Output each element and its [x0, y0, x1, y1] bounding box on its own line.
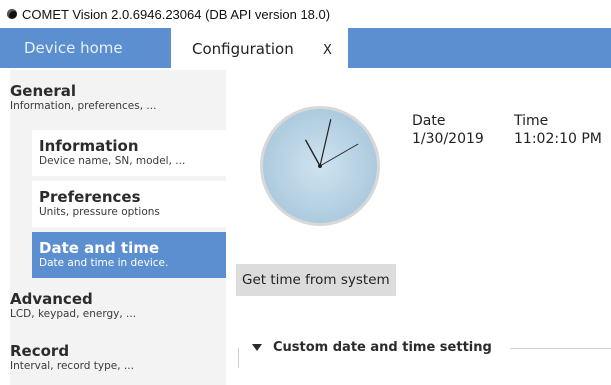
sidebar-item-title: General — [10, 82, 76, 100]
sidebar-item-title: Record — [10, 342, 70, 360]
sidebar-item-subtitle: Information, preferences, ... — [10, 100, 157, 112]
sidebar-item-title: Information — [39, 137, 139, 155]
get-time-from-system-button[interactable]: Get time from system — [236, 264, 396, 296]
tab-device-home-label: Device home — [24, 39, 123, 57]
date-time-panel: Date 1/30/2019 Time 11:02:10 PM Get time… — [226, 70, 611, 385]
sidebar-item-advanced[interactable]: Advanced LCD, keypad, energy, ... — [10, 290, 226, 330]
time-label: Time — [514, 113, 549, 129]
sidebar-item-general[interactable]: General Information, preferences, ... — [10, 82, 226, 122]
custom-date-time-expander[interactable]: Custom date and time setting — [252, 340, 492, 355]
window-title: COMET Vision 2.0.6946.23064 (DB API vers… — [22, 6, 331, 22]
sidebar-item-subtitle: Interval, record type, ... — [10, 360, 134, 372]
custom-date-time-title: Custom date and time setting — [273, 340, 492, 355]
sidebar-item-preferences[interactable]: Preferences Units, pressure options — [32, 181, 226, 227]
date-value: 1/30/2019 — [412, 131, 484, 147]
sidebar-item-subtitle: Device name, SN, model, ... — [39, 155, 186, 167]
group-divider — [510, 348, 611, 349]
app-logo-icon — [7, 9, 17, 19]
triangle-down-icon — [252, 344, 262, 351]
time-value: 11:02:10 PM — [514, 131, 602, 147]
app-window: COMET Vision 2.0.6946.23064 (DB API vers… — [0, 0, 611, 385]
custom-date-time-group: Custom date and time setting — [238, 338, 611, 368]
sidebar-item-subtitle: LCD, keypad, energy, ... — [10, 308, 137, 320]
sidebar-item-title: Date and time — [39, 239, 160, 257]
sidebar-item-subtitle: Date and time in device. — [39, 257, 169, 269]
sidebar-item-date-and-time[interactable]: Date and time Date and time in device. — [32, 232, 226, 278]
tab-device-home[interactable]: Device home — [10, 28, 170, 68]
title-bar: COMET Vision 2.0.6946.23064 (DB API vers… — [0, 0, 611, 28]
sidebar-item-title: Advanced — [10, 290, 93, 308]
analog-clock-icon — [260, 106, 380, 226]
tab-strip: Device home Configuration X — [0, 28, 611, 70]
tab-configuration[interactable]: Configuration X — [171, 28, 348, 70]
group-border — [238, 348, 239, 368]
sidebar: General Information, preferences, ... In… — [10, 70, 226, 385]
tab-configuration-label: Configuration — [192, 40, 294, 58]
date-label: Date — [412, 113, 446, 129]
sidebar-item-title: Preferences — [39, 188, 141, 206]
sidebar-item-record[interactable]: Record Interval, record type, ... — [10, 342, 226, 382]
close-tab-icon[interactable]: X — [323, 43, 332, 58]
sidebar-item-subtitle: Units, pressure options — [39, 206, 160, 218]
sidebar-item-information[interactable]: Information Device name, SN, model, ... — [32, 130, 226, 176]
